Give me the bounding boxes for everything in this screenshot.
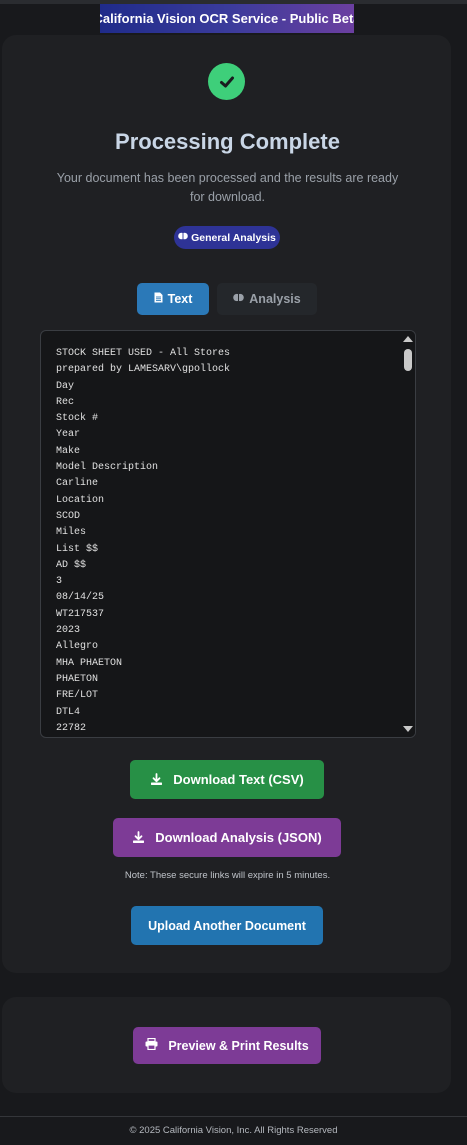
download-analysis-json-button[interactable]: Download Analysis (JSON)	[113, 818, 341, 857]
scroll-up-arrow-icon[interactable]	[403, 336, 413, 342]
ocr-text-line: MHA PHAETON	[56, 657, 123, 669]
analysis-type-badge: General Analysis	[174, 226, 280, 249]
ocr-text-line: List $$	[56, 543, 99, 555]
scroll-thumb[interactable]	[404, 349, 412, 371]
ocr-text-line: FRE/LOT	[56, 690, 99, 702]
brain-icon	[178, 231, 188, 244]
ocr-text-line: STOCK SHEET USED - All Stores	[56, 348, 231, 359]
ocr-text-line: 2023	[56, 625, 81, 637]
ocr-text-lines: STOCK SHEET USED - All Stores prepared by…	[56, 346, 396, 737]
ocr-text-line: DTL4	[56, 706, 81, 718]
text-scrollbar[interactable]	[401, 331, 415, 737]
brain-icon	[233, 292, 245, 306]
ocr-text-line: Allegro	[56, 641, 99, 653]
tab-analysis-label: Analysis	[249, 292, 301, 306]
ocr-text-line: AD $$	[56, 559, 87, 571]
ocr-text-line: prepared by LAMESARV\gpollock	[56, 364, 231, 376]
ocr-text-line: Make	[56, 445, 81, 457]
ocr-text-line: WT217537	[56, 608, 105, 620]
ocr-text-line: Stock #	[56, 413, 99, 425]
ocr-text-line: Carline	[56, 478, 99, 490]
ocr-text-line: Model Description	[56, 462, 159, 474]
status-message: Your document has been processed and the…	[56, 171, 399, 204]
ocr-text-output[interactable]: STOCK SHEET USED - All Stores prepared by…	[40, 330, 416, 738]
preview-print-button[interactable]: Preview & Print Results	[133, 1027, 321, 1064]
tab-text[interactable]: Text	[137, 283, 209, 315]
beta-banner: California Vision OCR Service - Public B…	[100, 4, 354, 33]
download-icon	[132, 831, 145, 844]
printer-icon	[145, 1037, 158, 1053]
ocr-text-line: Day	[56, 380, 75, 392]
badge-label: General Analysis	[191, 231, 276, 244]
ocr-text-line: Rec	[56, 396, 75, 408]
download-text-label: Download Text (CSV)	[173, 772, 304, 787]
expiry-note: Note: These secure links will expire in …	[124, 870, 331, 881]
check-circle-icon	[208, 63, 245, 100]
tab-text-label: Text	[167, 292, 193, 306]
ocr-text-line: SCOD	[56, 510, 81, 522]
ocr-text-line: Year	[56, 429, 81, 441]
footer-copyright: © 2025 California Vision, Inc. All Right…	[129, 1125, 338, 1136]
scroll-down-arrow-icon[interactable]	[403, 726, 413, 732]
download-icon	[150, 773, 163, 786]
ocr-text-line: Miles	[56, 527, 87, 539]
footer-divider	[0, 1116, 467, 1117]
page-title: Processing Complete	[115, 129, 340, 154]
ocr-text-line: 3	[56, 576, 63, 588]
upload-another-button[interactable]: Upload Another Document	[131, 906, 323, 945]
download-text-csv-button[interactable]: Download Text (CSV)	[130, 760, 324, 799]
file-text-icon	[154, 292, 163, 306]
download-analysis-label: Download Analysis (JSON)	[155, 830, 322, 845]
tab-analysis[interactable]: Analysis	[217, 283, 317, 315]
preview-print-label: Preview & Print Results	[168, 1038, 309, 1053]
ocr-text-line: 08/14/25	[56, 592, 105, 604]
ocr-text-line: Location	[56, 494, 105, 506]
ocr-text-line: PHAETON	[56, 673, 99, 685]
ocr-text-line: 22782	[56, 722, 87, 734]
